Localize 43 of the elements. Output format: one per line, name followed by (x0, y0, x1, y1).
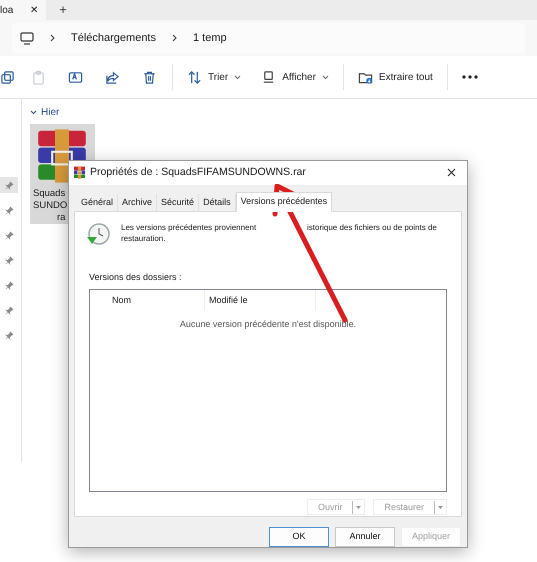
pinned-item[interactable] (0, 177, 18, 193)
chevron-down-icon (322, 74, 329, 80)
file-name: Squads SUNDO ra (33, 188, 68, 224)
browser-tab[interactable]: loa ✕ (0, 0, 46, 20)
pin-icon (4, 180, 14, 190)
dialog-tab[interactable]: Versions précédentes (236, 192, 332, 212)
pin-icon (4, 206, 14, 214)
description-text: Les versions précédentes proviennent (121, 222, 256, 232)
description-text: restauration. (121, 232, 166, 244)
caret-icon (435, 503, 446, 512)
empty-message: Aucune version précédente n'est disponible. (180, 318, 356, 332)
trash-icon (142, 70, 157, 84)
extract-button[interactable]: Extraire tout (348, 62, 443, 92)
breadcrumb-item[interactable]: Téléchargements (71, 30, 156, 46)
description-text: istorique des fichiers ou de points de (307, 222, 437, 233)
address-bar[interactable]: Téléchargements 1 temp (12, 23, 525, 53)
column-header[interactable]: Nom (90, 290, 205, 310)
dialog-button[interactable]: OK (269, 526, 329, 547)
chevron-down-icon (30, 110, 37, 115)
chevron-down-icon (234, 74, 242, 80)
monitor-icon (20, 32, 34, 44)
copy-icon (0, 70, 15, 84)
pin-icon (4, 330, 14, 340)
breadcrumb-item[interactable]: 1 temp (193, 30, 227, 46)
chevron-right-icon (172, 34, 177, 42)
close-icon (446, 168, 456, 178)
pin-icon (4, 306, 14, 314)
dialog-button[interactable]: Annuler (335, 526, 395, 547)
clipboard-icon (31, 70, 46, 84)
sort-icon (187, 70, 202, 84)
section-label: Versions des dossiers : (89, 270, 183, 284)
group-header[interactable]: Hier (30, 105, 60, 120)
more-icon (462, 75, 478, 79)
rename-icon (68, 70, 83, 84)
pin-icon (4, 256, 14, 264)
column-header[interactable]: Modifié le (205, 290, 316, 310)
view-button[interactable]: Afficher (251, 62, 339, 92)
pin-icon (4, 230, 14, 240)
pin-icon (4, 280, 14, 290)
new-tab-button[interactable]: + (50, 0, 76, 20)
share-icon (105, 70, 120, 84)
sort-button[interactable]: Trier (177, 62, 252, 92)
chevron-right-icon (50, 34, 55, 42)
